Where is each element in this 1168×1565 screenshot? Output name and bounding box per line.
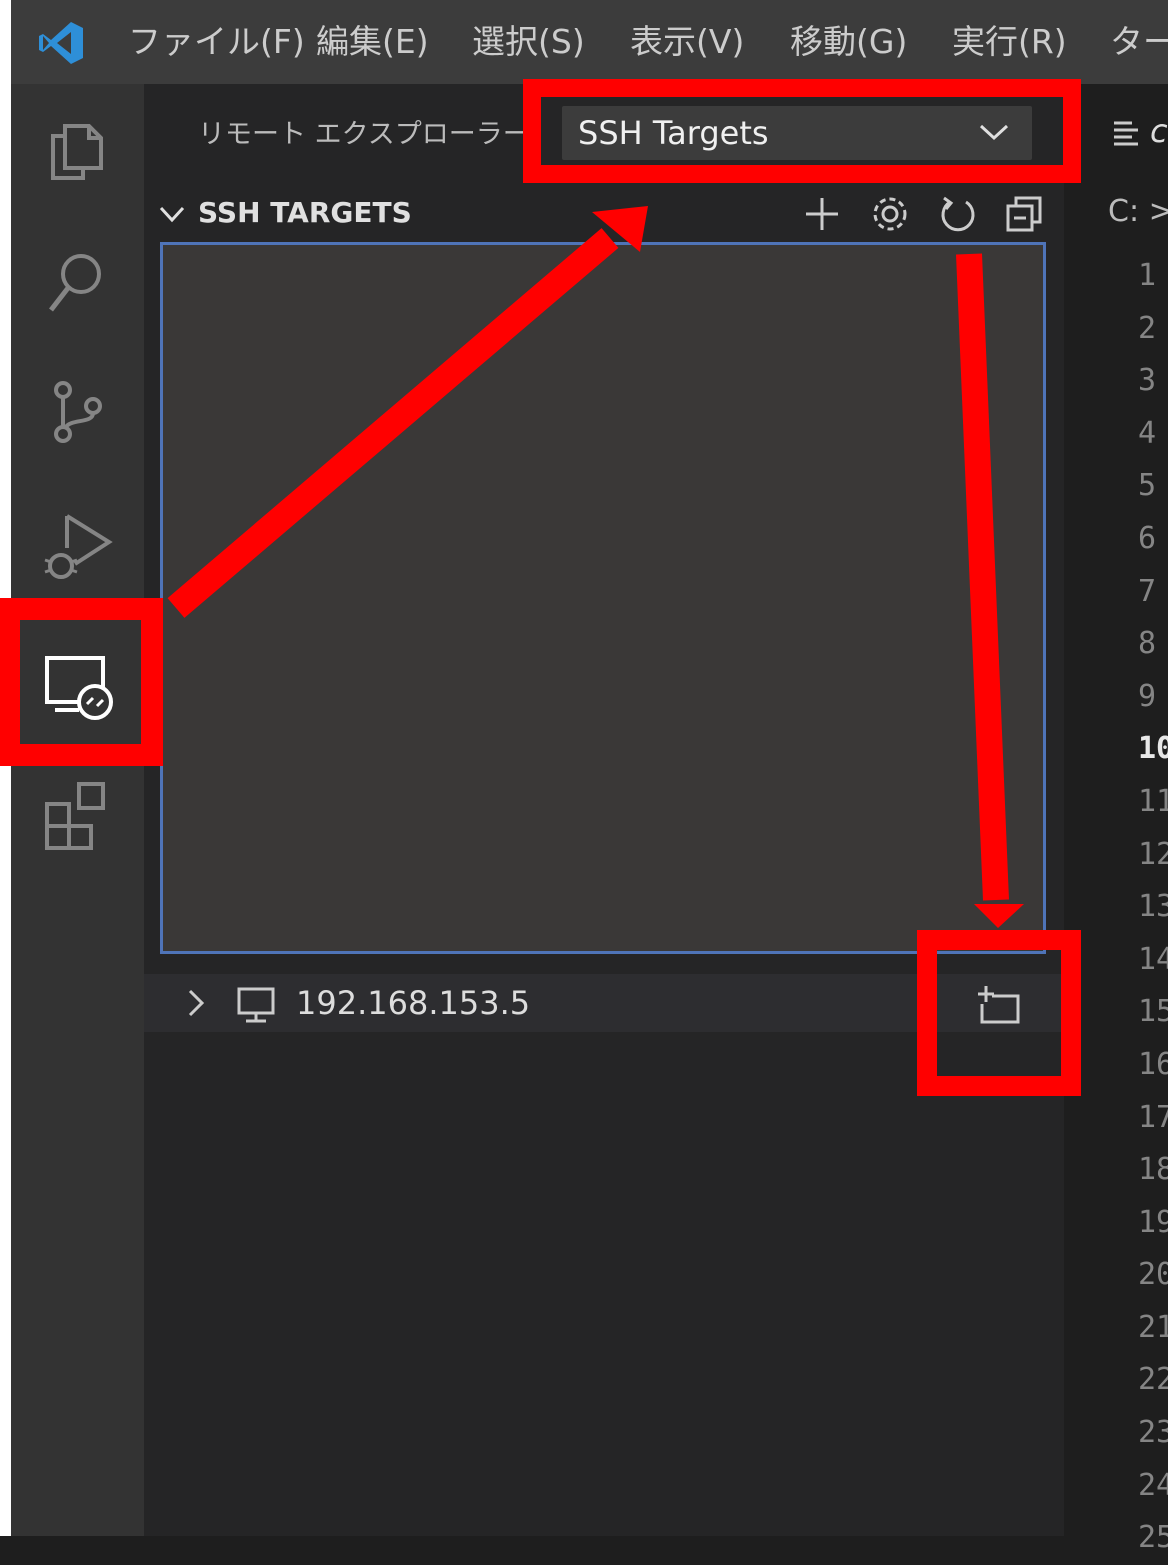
line-number: 24 [1138, 1467, 1168, 1503]
explorer-icon[interactable] [39, 112, 115, 188]
obscured-host-list [160, 242, 1046, 954]
line-number: 5 [1138, 468, 1157, 504]
monitor-icon [237, 987, 275, 1023]
window-edge [0, 0, 11, 1536]
source-control-icon[interactable] [39, 374, 115, 450]
line-number: 13 [1138, 889, 1168, 925]
refresh-icon[interactable] [936, 192, 980, 236]
breadcrumb[interactable]: C: > [1108, 194, 1168, 229]
line-number: 11 [1138, 783, 1168, 819]
line-number: 16 [1138, 1046, 1168, 1082]
line-number: 23 [1138, 1415, 1168, 1451]
line-number: 4 [1138, 415, 1157, 451]
menu-item[interactable]: 編集(E) [316, 20, 429, 64]
editor-area: c C: > 1 2 3 4 5 6 7 8 9 10 11 12 13 14 15 16 17 18 19 20 21… [1064, 84, 1168, 1555]
line-number: 25 [1138, 1520, 1168, 1556]
line-number: 21 [1138, 1309, 1168, 1345]
line-number: 7 [1138, 573, 1157, 609]
menu-item[interactable]: 実行(R) [952, 20, 1067, 64]
line-number: 17 [1138, 1099, 1168, 1135]
ssh-host-item[interactable]: 192.168.153.5 [144, 974, 1064, 1032]
extensions-icon[interactable] [39, 778, 115, 854]
remote-explorer-icon[interactable] [39, 650, 115, 726]
line-number: 12 [1138, 836, 1168, 872]
chevron-right-icon [188, 989, 205, 1017]
gear-icon[interactable] [868, 192, 912, 236]
menu-item[interactable]: 移動(G) [790, 20, 907, 64]
file-lines-icon [1114, 121, 1138, 146]
menu-item[interactable]: ファイル(F) [128, 20, 305, 64]
editor-tab-label[interactable]: c [1150, 112, 1168, 150]
menu-bar: ファイル(F) 編集(E) 選択(S) 表示(V) 移動(G) 実行(R) ター [11, 0, 1168, 84]
line-number: 18 [1138, 1152, 1168, 1188]
chevron-down-icon [979, 124, 1009, 141]
line-number: 2 [1138, 310, 1157, 346]
sidebar-title: リモート エクスプローラー [198, 119, 530, 150]
run-debug-icon[interactable] [39, 508, 115, 584]
line-number: 20 [1138, 1257, 1168, 1293]
line-number: 3 [1138, 363, 1157, 399]
line-number-gutter: 1 2 3 4 5 6 7 8 9 10 11 12 13 14 15 16 17 18 19 20 21 22 23 24 2… [1138, 250, 1168, 1565]
remote-target-dropdown[interactable]: SSH Targets [562, 106, 1032, 160]
collapse-all-icon[interactable] [1002, 192, 1046, 236]
line-number: 15 [1138, 994, 1168, 1030]
remote-target-selected: SSH Targets [578, 114, 769, 152]
connect-in-new-window-icon[interactable] [976, 982, 1024, 1028]
search-icon[interactable] [39, 242, 115, 318]
line-number: 6 [1138, 520, 1157, 556]
section-title: SSH TARGETS [198, 196, 412, 229]
line-number: 9 [1138, 678, 1157, 714]
ssh-targets-section-header[interactable]: SSH TARGETS [144, 188, 1064, 240]
line-number: 19 [1138, 1204, 1168, 1240]
vscode-logo-icon [39, 22, 83, 64]
remote-explorer-sidebar: リモート エクスプローラー SSH Targets SSH TARGETS 19… [144, 84, 1064, 1536]
line-number: 14 [1138, 941, 1168, 977]
line-number: 1 [1138, 258, 1157, 293]
activity-bar [11, 84, 144, 1536]
menu-item[interactable]: ター [1110, 20, 1168, 64]
ssh-host-label: 192.168.153.5 [296, 984, 531, 1022]
menu-item[interactable]: 表示(V) [630, 20, 744, 64]
add-new-ssh-host-icon[interactable] [800, 192, 844, 236]
line-number: 8 [1138, 626, 1157, 662]
line-number: 10 [1138, 731, 1168, 767]
line-number: 22 [1138, 1362, 1168, 1398]
menu-item[interactable]: 選択(S) [472, 20, 585, 64]
chevron-down-icon [159, 206, 185, 223]
